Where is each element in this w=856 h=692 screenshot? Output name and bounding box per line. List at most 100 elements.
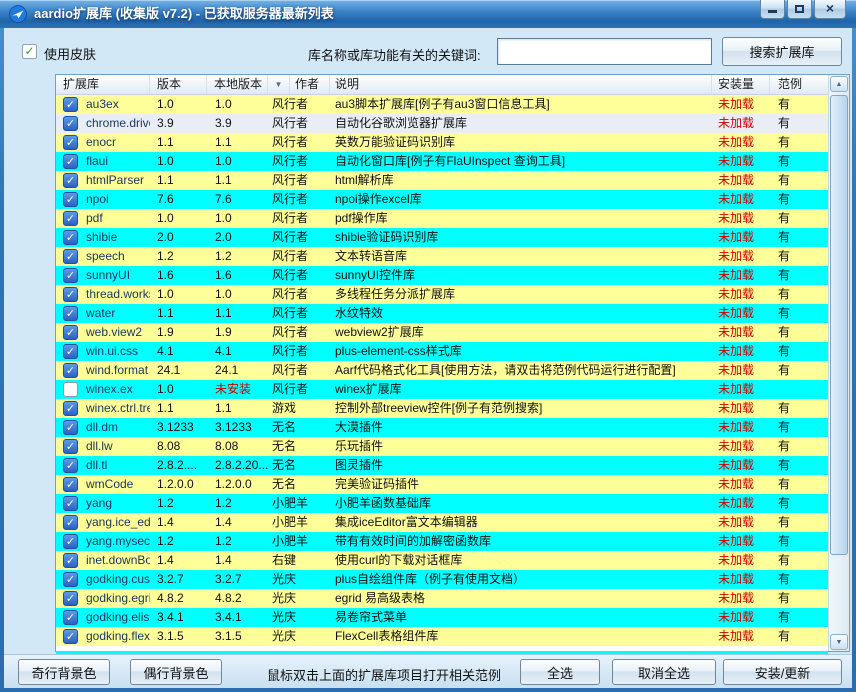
row-checkbox[interactable]: ✓	[63, 306, 78, 321]
table-row[interactable]: ✓ winex.ctrl.treeview 1.1 1.1 游戏 控制外部tre…	[56, 399, 828, 418]
row-checkbox[interactable]: ✓	[63, 325, 78, 340]
table-row[interactable]: ✓ godking.flexCell 3.1.5 3.1.5 光庆 FlexCe…	[56, 627, 828, 646]
row-checkbox[interactable]: ✓	[63, 591, 78, 606]
deselect-all-button[interactable]: 取消全选	[612, 659, 716, 685]
table-row[interactable]: ✓ sunnyUI 1.6 1.6 风行者 sunnyUI控件库 未加载 有	[56, 266, 828, 285]
keyword-label: 库名称或库功能有关的关键词:	[308, 48, 481, 63]
install-update-button[interactable]: 安装/更新	[723, 659, 842, 685]
use-skin-label: 使用皮肤	[44, 47, 97, 62]
installs-cell: 未加载	[718, 344, 755, 358]
header-sample[interactable]: 范例	[770, 75, 828, 94]
scroll-down-icon[interactable]: ▼	[830, 634, 848, 650]
row-checkbox[interactable]: ✓	[63, 515, 78, 530]
row-checkbox[interactable]: ✓	[63, 534, 78, 549]
row-checkbox[interactable]	[63, 382, 78, 397]
table-row[interactable]: ✓ wind.format 24.1 24.1 风行者 Aarf代码格式化工具[…	[56, 361, 828, 380]
table-row[interactable]: ✓ godking.egrid 4.8.2 4.8.2 光庆 egrid 易高级…	[56, 589, 828, 608]
lib-name: wmCode	[86, 477, 134, 491]
row-checkbox[interactable]: ✓	[63, 154, 78, 169]
lib-name: au3ex	[86, 97, 119, 111]
row-checkbox[interactable]: ✓	[63, 135, 78, 150]
table-row[interactable]: ✓ godking.elistbar 3.4.1 3.4.1 光庆 易卷帘式菜单…	[56, 608, 828, 627]
local-version-cell: 3.4.1	[215, 610, 242, 624]
author-cell: 风行者	[272, 211, 309, 225]
row-checkbox[interactable]: ✓	[63, 173, 78, 188]
maximize-button[interactable]	[787, 0, 812, 19]
row-checkbox[interactable]: ✓	[63, 553, 78, 568]
installs-cell: 未加载	[718, 610, 755, 624]
row-checkbox[interactable]: ✓	[63, 629, 78, 644]
table-row[interactable]: ✓ shibie 2.0 2.0 风行者 shibie验证码识别库 未加载 有	[56, 228, 828, 247]
vertical-scrollbar[interactable]: ▲ ▼	[828, 75, 849, 651]
table-row[interactable]: ✓ thread.worksEx 1.0 1.0 风行者 多线程任务分派扩展库 …	[56, 285, 828, 304]
row-checkbox[interactable]: ✓	[63, 230, 78, 245]
close-button[interactable]: ×	[814, 0, 846, 19]
table-row[interactable]: ✓ web.view2 1.9 1.9 风行者 webview2扩展库 未加载 …	[56, 323, 828, 342]
table-row[interactable]: ✓ inet.downBox2 1.4 1.4 右键 使用curl的下载对话框库…	[56, 551, 828, 570]
table-row[interactable]: ✓ chrome.driverex 3.9 3.9 风行者 自动化谷歌浏览器扩展…	[56, 114, 828, 133]
row-checkbox[interactable]: ✓	[63, 97, 78, 112]
header-installs[interactable]: 安装量	[712, 75, 770, 94]
minimize-button[interactable]	[760, 0, 785, 19]
table-row[interactable]: ✓ dll.lw 8.08 8.08 无名 乐玩插件 未加载 有	[56, 437, 828, 456]
row-checkbox[interactable]: ✓	[63, 211, 78, 226]
row-checkbox[interactable]: ✓	[63, 401, 78, 416]
header-version[interactable]: 版本	[150, 75, 207, 94]
titlebar[interactable]: aardio扩展库 (收集版 v7.2) - 已获取服务器最新列表 ×	[0, 0, 856, 28]
header-author[interactable]: 作者	[290, 75, 330, 94]
table-row[interactable]: ✓ pdf 1.0 1.0 风行者 pdf操作库 未加载 有	[56, 209, 828, 228]
extensions-table: 扩展库 版本 本地版本 ▼ 作者 说明 安装量 范例 ✓ au3ex 1.0 1…	[55, 74, 850, 656]
sort-arrow-icon[interactable]: ▼	[268, 75, 290, 94]
table-row[interactable]: ✓ enocr 1.1 1.1 风行者 英数万能验证码识别库 未加载 有	[56, 133, 828, 152]
scrollbar-thumb[interactable]	[830, 95, 848, 555]
use-skin-checkbox[interactable]: ✓	[22, 44, 37, 59]
name-cell: ✓ win.ui.css	[56, 342, 150, 361]
scroll-up-icon[interactable]: ▲	[830, 76, 848, 92]
search-button[interactable]: 搜索扩展库	[722, 37, 842, 66]
desc-cell: winex扩展库	[335, 382, 402, 396]
table-row[interactable]: ✓ win.ui.css 4.1 4.1 风行者 plus-element-cs…	[56, 342, 828, 361]
table-row[interactable]: ✓ godking.customPlus 3.2.7 3.2.7 光庆 plus…	[56, 570, 828, 589]
table-row[interactable]: ✓ au3ex 1.0 1.0 风行者 au3脚本扩展库[例子有au3窗口信息工…	[56, 95, 828, 114]
lib-name: winex.ex	[86, 382, 133, 396]
row-checkbox[interactable]: ✓	[63, 420, 78, 435]
row-checkbox[interactable]: ✓	[63, 344, 78, 359]
row-checkbox[interactable]: ✓	[63, 363, 78, 378]
table-row[interactable]: ✓ water 1.1 1.1 风行者 水纹特效 未加载 有	[56, 304, 828, 323]
row-checkbox[interactable]: ✓	[63, 116, 78, 131]
row-checkbox[interactable]: ✓	[63, 268, 78, 283]
table-row[interactable]: ✓ npoi 7.6 7.6 风行者 npoi操作excel库 未加载 有	[56, 190, 828, 209]
lib-name: winex.ctrl.treeview	[86, 401, 150, 415]
table-row[interactable]: ✓ dll.tl 2.8.2.... 2.8.2.20... 无名 图灵插件 未…	[56, 456, 828, 475]
row-checkbox[interactable]: ✓	[63, 572, 78, 587]
table-row[interactable]: ✓ yang.mysecret 1.2 1.2 小肥羊 带有有效时间的加解密函数…	[56, 532, 828, 551]
row-checkbox[interactable]: ✓	[63, 458, 78, 473]
select-all-button[interactable]: 全选	[520, 659, 600, 685]
table-row[interactable]: ✓ wmCode 1.2.0.0 1.2.0.0 无名 完美验证码插件 未加载 …	[56, 475, 828, 494]
table-row[interactable]: ✓ htmlParser 1.1 1.1 风行者 html解析库 未加载 有	[56, 171, 828, 190]
row-checkbox[interactable]: ✓	[63, 496, 78, 511]
keyword-input[interactable]	[497, 38, 712, 65]
row-checkbox[interactable]: ✓	[63, 477, 78, 492]
table-row[interactable]: ✓ speech 1.2 1.2 风行者 文本转语音库 未加载 有	[56, 247, 828, 266]
even-row-color-button[interactable]: 偶行背景色	[130, 659, 222, 685]
row-checkbox[interactable]: ✓	[63, 439, 78, 454]
sample-cell: 有	[778, 496, 791, 510]
table-row[interactable]: ✓ flaui 1.0 1.0 风行者 自动化窗口库[例子有FlaUInspec…	[56, 152, 828, 171]
sample-cell: 有	[778, 553, 791, 567]
name-cell: ✓ pdf	[56, 209, 150, 228]
row-checkbox[interactable]: ✓	[63, 287, 78, 302]
row-checkbox[interactable]: ✓	[63, 249, 78, 264]
table-row[interactable]: ✓ yang.ice_editor 1.4 1.4 小肥羊 集成iceEdito…	[56, 513, 828, 532]
table-row[interactable]: ✓ yang 1.2 1.2 小肥羊 小肥羊函数基础库 未加载 有	[56, 494, 828, 513]
header-desc[interactable]: 说明	[330, 75, 712, 94]
odd-row-color-button[interactable]: 奇行背景色	[18, 659, 110, 685]
row-checkbox[interactable]: ✓	[63, 610, 78, 625]
installs-cell: 未加载	[718, 458, 755, 472]
header-local-version[interactable]: 本地版本	[207, 75, 268, 94]
row-checkbox[interactable]: ✓	[63, 192, 78, 207]
table-row[interactable]: winex.ex 1.0 未安装 风行者 winex扩展库 未加载	[56, 380, 828, 399]
header-name[interactable]: 扩展库	[56, 75, 150, 94]
installs-cell: 未加载	[718, 306, 755, 320]
table-row[interactable]: ✓ dll.dm 3.1233 3.1233 无名 大漠插件 未加载 有	[56, 418, 828, 437]
